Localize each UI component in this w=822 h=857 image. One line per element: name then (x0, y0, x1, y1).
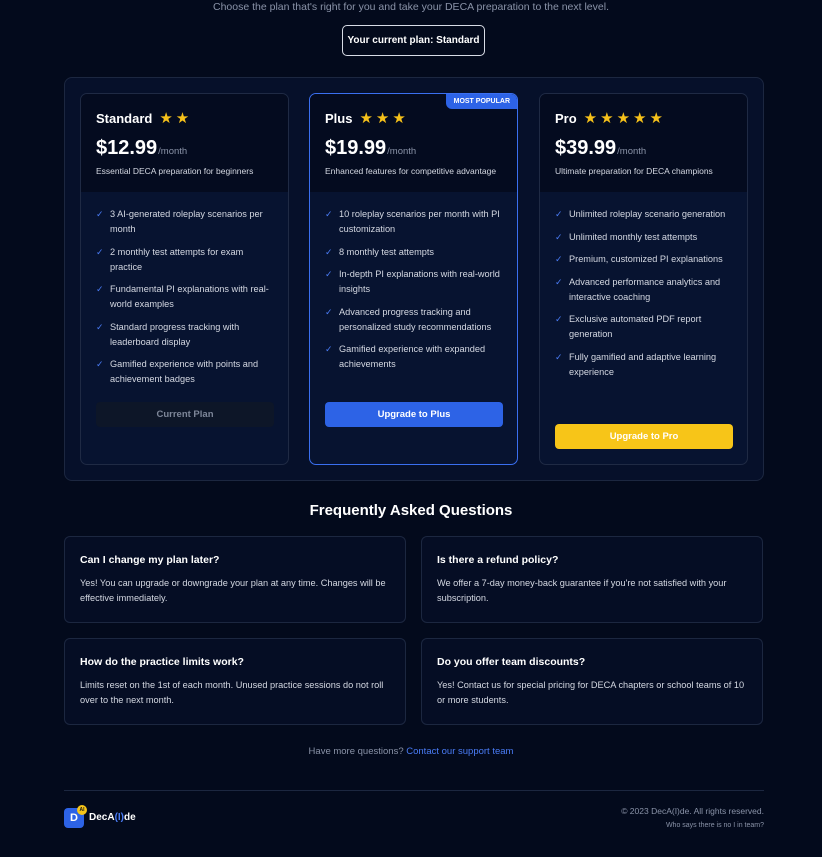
feature-item: ✓ Unlimited roleplay scenario generation (555, 207, 732, 222)
check-icon: ✓ (325, 344, 333, 354)
feature-list: ✓ 10 roleplay scenarios per month with PI… (310, 192, 517, 372)
support-prefix: Have more questions? (308, 746, 404, 757)
feature-item: ✓ Fundamental PI explanations with real-w… (96, 284, 269, 309)
faq-card: Is there a refund policy? We offer a 7-d… (421, 536, 763, 623)
feature-list: ✓ 3 AI-generated roleplay scenarios per m… (81, 192, 288, 387)
feature-item: ✓ 10 roleplay scenarios per month with PI… (325, 209, 500, 234)
star-icon: ★ (633, 109, 647, 127)
plan-name: Pro (555, 110, 577, 126)
faq-question: Can I change my plan later? (80, 554, 220, 566)
star-icon: ★ (175, 109, 190, 127)
feature-item: ✓ Gamified experience with expanded achie… (325, 344, 486, 369)
plan-description: Ultimate preparation for DECA champions (555, 166, 713, 176)
plan-description: Enhanced features for competitive advant… (325, 166, 497, 176)
faq-answer: Limits reset on the 1st of each month. U… (80, 680, 384, 705)
plan-price: $39.99 (555, 137, 617, 159)
plan-header: Standard ★ ★ $12.99 /month Essential DEC… (81, 94, 288, 192)
faq-question: Do you offer team discounts? (437, 656, 586, 668)
check-icon: ✓ (325, 246, 333, 257)
star-icon: ★ (375, 109, 390, 127)
upgrade-to-plus-button[interactable]: Upgrade to Plus (325, 402, 503, 427)
plans-panel: Standard ★ ★ $12.99 /month Essential DEC… (64, 77, 764, 481)
check-icon: ✓ (555, 314, 563, 324)
plan-price: $19.99 (325, 137, 387, 159)
price-period: /month (617, 146, 647, 157)
feature-item: ✓ 3 AI-generated roleplay scenarios per m… (96, 209, 263, 234)
check-icon: ✓ (325, 209, 333, 219)
check-icon: ✓ (96, 359, 104, 369)
check-icon: ✓ (555, 351, 563, 362)
plan-description: Essential DECA preparation for beginners (96, 166, 254, 176)
faq-answer: Yes! Contact us for special pricing for … (437, 680, 745, 705)
current-plan-button: Current Plan (96, 402, 274, 427)
feature-item: ✓ Standard progress tracking with leaderb… (96, 321, 240, 347)
support-prompt: Have more questions? Contact our support… (0, 746, 822, 757)
upgrade-to-pro-button[interactable]: Upgrade to Pro (555, 424, 733, 449)
check-icon: ✓ (555, 209, 563, 219)
check-icon: ✓ (555, 276, 563, 287)
star-icon: ★ (583, 109, 598, 127)
feature-item: ✓ Advanced performance analytics and inte… (555, 276, 721, 302)
tagline-text: Who says there is no I in team? (665, 822, 764, 829)
plan-card-plus: MOST POPULAR Plus ★ ★ ★ $19.99 /month En… (309, 93, 518, 465)
star-icon: ★ (649, 109, 663, 127)
feature-item: ✓ Gamified experience with points and ach… (96, 359, 259, 384)
check-icon: ✓ (96, 209, 104, 219)
feature-item: ✓ Premium, customized PI explanations (555, 252, 732, 267)
plan-card-pro: Pro ★ ★ ★ ★ ★ $39.99 /month Ultimate pre… (539, 93, 748, 465)
feature-item: ✓ Fully gamified and adaptive learning ex… (555, 351, 717, 377)
star-icon: ★ (392, 109, 406, 127)
plan-card-standard: Standard ★ ★ $12.99 /month Essential DEC… (80, 93, 289, 465)
faq-answer: Yes! You can upgrade or downgrade your p… (80, 578, 386, 603)
faq-title: Frequently Asked Questions (309, 502, 513, 519)
feature-item: ✓ In-depth PI explanations with real-worl… (325, 269, 500, 294)
star-icon: ★ (359, 109, 373, 127)
footer-divider (64, 790, 764, 791)
check-icon: ✓ (96, 284, 104, 294)
brand-name[interactable]: DecA(I)de (89, 812, 136, 823)
check-icon: ✓ (555, 254, 563, 264)
price-period: /month (158, 146, 188, 157)
most-popular-badge: MOST POPULAR (445, 94, 517, 109)
feature-item: ✓ 8 monthly test attempts (325, 245, 502, 260)
faq-card: Can I change my plan later? Yes! You can… (64, 536, 406, 623)
feature-item: ✓ 2 monthly test attempts for exam practi… (96, 246, 244, 272)
check-icon: ✓ (325, 269, 333, 279)
plan-name: Plus (325, 110, 353, 126)
faq-question: How do the practice limits work? (80, 656, 244, 668)
check-icon: ✓ (555, 231, 563, 242)
feature-item: ✓ Advanced progress tracking and personal… (325, 306, 492, 332)
faq-card: How do the practice limits work? Limits … (64, 638, 406, 725)
page-subtitle: Choose the plan that's right for you and… (213, 1, 609, 13)
plan-price: $12.99 (96, 137, 158, 159)
check-icon: ✓ (325, 306, 333, 317)
price-period: /month (387, 146, 417, 157)
faq-question: Is there a refund policy? (437, 554, 559, 566)
star-icon: ★ (600, 109, 614, 127)
feature-item: ✓ Exclusive automated PDF report generati… (555, 314, 702, 339)
check-icon: ✓ (96, 246, 104, 257)
check-icon: ✓ (96, 321, 104, 332)
faq-card: Do you offer team discounts? Yes! Contac… (421, 638, 763, 725)
copyright-text: © 2023 DecA(I)de. All rights reserved. (621, 806, 764, 816)
faq-answer: We offer a 7-day money-back guarantee if… (437, 578, 727, 603)
feature-item: ✓ Unlimited monthly test attempts (555, 230, 732, 245)
feature-list: ✓ Unlimited roleplay scenario generation … (540, 192, 747, 380)
star-icon: ★ (159, 109, 173, 127)
contact-support-link[interactable]: Contact our support team (406, 746, 513, 757)
star-icon: ★ (616, 109, 631, 127)
plan-header: Pro ★ ★ ★ ★ ★ $39.99 /month Ultimate pre… (540, 94, 747, 192)
ai-badge-icon: AI (77, 805, 87, 815)
current-plan-badge: Your current plan: Standard (342, 25, 485, 56)
plan-name: Standard (96, 110, 153, 126)
